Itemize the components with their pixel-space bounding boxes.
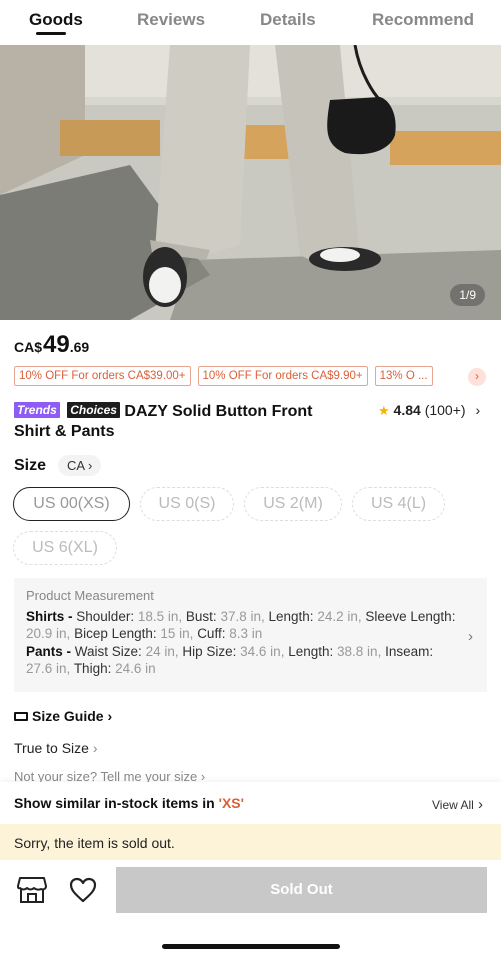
coupon-tag[interactable]: 10% OFF For orders CA$9.90+	[197, 366, 368, 386]
tab-reviews[interactable]: Reviews	[137, 10, 205, 30]
price-integer: 49	[43, 331, 70, 358]
store-icon[interactable]	[17, 876, 47, 904]
product-photo	[0, 45, 501, 320]
measure-value: 34.6 in,	[240, 644, 285, 659]
rating-value: 4.84	[393, 402, 421, 418]
similar-items-text: Show similar in-stock items in 'XS'	[14, 795, 244, 811]
pants-label: Pants -	[26, 644, 72, 659]
size-option-us-4-l[interactable]: US 4(L)	[352, 487, 445, 521]
measure-key: Waist Size:	[74, 644, 142, 659]
measure-key: Cuff:	[197, 625, 226, 641]
trends-badge: Trends	[14, 402, 60, 418]
measure-value: 18.5 in,	[137, 609, 183, 624]
heart-icon[interactable]	[69, 877, 97, 903]
price-currency: CA$	[14, 339, 43, 355]
chevron-right-icon: ›	[473, 796, 483, 813]
measure-key: Hip Size:	[182, 644, 237, 659]
measure-value: 38.8 in,	[337, 644, 382, 659]
chevron-right-icon[interactable]: ›	[468, 368, 486, 386]
top-tab-bar: Goods Reviews Details Recommend	[0, 0, 501, 45]
view-all-label: View All	[432, 798, 474, 812]
measure-value: 24.6 in	[115, 660, 156, 676]
measure-value: 37.8 in,	[220, 609, 265, 624]
true-to-size-label: True to Size	[14, 740, 89, 756]
similar-items-prefix: Show similar in-stock items in	[14, 795, 215, 811]
measure-key: Inseam:	[385, 644, 434, 659]
size-guide-label: Size Guide	[32, 708, 104, 724]
home-indicator	[162, 944, 340, 949]
similar-items-bar[interactable]: Show similar in-stock items in 'XS' View…	[0, 782, 501, 824]
product-image-gallery[interactable]: 1/9	[0, 45, 501, 320]
measure-key: Shoulder:	[76, 609, 135, 624]
tab-goods[interactable]: Goods	[29, 10, 83, 30]
measure-key: Length:	[288, 644, 334, 659]
size-guide-link[interactable]: Size Guide ›	[14, 708, 112, 724]
measure-value: 27.6 in,	[26, 660, 71, 676]
ruler-icon	[14, 712, 28, 721]
chevron-right-icon: ›	[475, 402, 481, 418]
chevron-right-icon: ›	[103, 708, 113, 724]
shirts-measurements: Shirts - Shoulder: 18.5 in, Bust: 37.8 i…	[26, 609, 456, 642]
measure-key: Length:	[268, 609, 314, 624]
pants-measurements: Pants - Waist Size: 24 in, Hip Size: 34.…	[26, 644, 456, 677]
sold-out-button[interactable]: Sold Out	[116, 867, 487, 913]
coupon-tag[interactable]: 10% OFF For orders CA$39.00+	[14, 366, 191, 386]
chevron-right-icon: ›	[468, 628, 473, 645]
coupon-tag[interactable]: 13% O ...	[374, 366, 433, 386]
measure-key: Thigh:	[73, 660, 112, 676]
measure-key: Bust:	[185, 609, 217, 624]
choices-badge: Choices	[67, 402, 120, 418]
measure-key: Bicep Length:	[74, 625, 157, 641]
star-icon: ★	[378, 403, 390, 418]
price-decimal: .69	[69, 339, 90, 355]
image-counter: 1/9	[450, 284, 485, 306]
sold-out-banner: Sorry, the item is sold out.	[0, 824, 501, 860]
size-option-us-00-xs[interactable]: US 00(XS)	[13, 487, 130, 521]
chevron-right-icon: ›	[87, 458, 93, 473]
measure-value: 24 in,	[145, 644, 179, 659]
measure-value: 20.9 in,	[26, 625, 71, 641]
price: CA$ 49 .69	[14, 331, 89, 359]
size-option-us-0-s[interactable]: US 0(S)	[140, 487, 234, 521]
tab-details[interactable]: Details	[260, 10, 316, 30]
measurement-title: Product Measurement	[26, 588, 154, 603]
measure-value: 24.2 in,	[317, 609, 362, 624]
similar-items-size: 'XS'	[218, 795, 244, 811]
active-tab-indicator	[36, 32, 66, 35]
chevron-right-icon: ›	[88, 740, 98, 756]
size-option-us-2-m[interactable]: US 2(M)	[244, 487, 342, 521]
size-option-us-6-xl[interactable]: US 6(XL)	[13, 531, 117, 565]
true-to-size-link[interactable]: True to Size ›	[14, 740, 98, 756]
rating-summary[interactable]: ★ 4.84 (100+) ›	[378, 402, 480, 419]
size-region-selector[interactable]: CA ›	[58, 455, 102, 476]
rating-count: (100+)	[424, 402, 466, 418]
coupon-list: 10% OFF For orders CA$39.00+ 10% OFF For…	[14, 366, 433, 386]
measure-value: 15 in,	[160, 625, 194, 641]
shirts-label: Shirts -	[26, 609, 73, 624]
size-label: Size	[14, 457, 47, 474]
product-measurement-card[interactable]: Product Measurement Shirts - Shoulder: 1…	[14, 578, 487, 692]
tab-recommend[interactable]: Recommend	[372, 10, 474, 30]
size-region-label: CA	[67, 458, 85, 473]
measure-value: 8.3 in	[229, 625, 263, 641]
view-all-link[interactable]: View All ›	[432, 796, 483, 813]
measure-key: Sleeve Length:	[365, 609, 456, 624]
